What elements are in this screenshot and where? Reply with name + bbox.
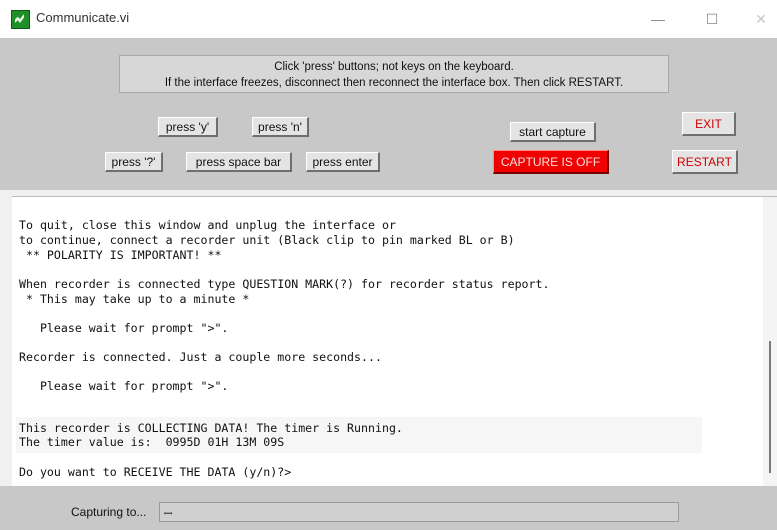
minimize-button[interactable]: —: [646, 8, 670, 30]
terminal-line: When recorder is connected type QUESTION…: [19, 277, 550, 291]
title-bar: Communicate.vi — ☐ ✕: [0, 0, 777, 38]
instructions-line-2: If the interface freezes, disconnect the…: [164, 77, 624, 89]
terminal-prompt-line: Do you want to RECEIVE THE DATA (y/n)?>: [19, 465, 292, 479]
press-space-bar-button[interactable]: press space bar: [186, 152, 292, 172]
maximize-button[interactable]: ☐: [700, 8, 724, 30]
press-enter-button[interactable]: press enter: [306, 152, 380, 172]
terminal-line: The timer value is: 0995D 01H 13M 09S: [19, 435, 285, 449]
start-capture-button[interactable]: start capture: [510, 122, 596, 142]
text-cursor-icon: ꟷ: [164, 509, 173, 520]
window-title: Communicate.vi: [36, 10, 130, 25]
terminal-line: ** POLARITY IS IMPORTANT! **: [19, 248, 222, 262]
capturing-to-label: Capturing to...: [71, 505, 147, 519]
scrollbar-thumb[interactable]: [769, 341, 771, 473]
terminal-line: * This may take up to a minute *: [19, 292, 250, 306]
terminal-line: Please wait for prompt ">".: [19, 379, 229, 393]
terminal-output[interactable]: To quit, close this window and unplug th…: [12, 196, 777, 487]
terminal-line: This recorder is COLLECTING DATA! The ti…: [19, 421, 403, 435]
exit-button[interactable]: EXIT: [682, 112, 736, 136]
terminal-line: to continue, connect a recorder unit (Bl…: [19, 233, 515, 247]
press-question-button[interactable]: press '?': [105, 152, 163, 172]
terminal-line: Please wait for prompt ">".: [19, 321, 229, 335]
labview-app-icon: [11, 10, 30, 29]
press-y-button[interactable]: press 'y': [158, 117, 218, 137]
terminal-scrollbar[interactable]: [763, 197, 777, 487]
close-button[interactable]: ✕: [749, 8, 773, 30]
instructions-line-1: Click 'press' buttons; not keys on the k…: [274, 61, 514, 73]
instructions-box: Click 'press' buttons; not keys on the k…: [119, 55, 669, 93]
capture-status-indicator: CAPTURE IS OFF: [493, 150, 609, 174]
terminal-line: To quit, close this window and unplug th…: [19, 218, 396, 232]
restart-button[interactable]: RESTART: [672, 150, 738, 174]
terminal-line: Recorder is connected. Just a couple mor…: [19, 350, 382, 364]
capture-path-field[interactable]: ꟷ: [159, 502, 679, 522]
press-n-button[interactable]: press 'n': [252, 117, 309, 137]
